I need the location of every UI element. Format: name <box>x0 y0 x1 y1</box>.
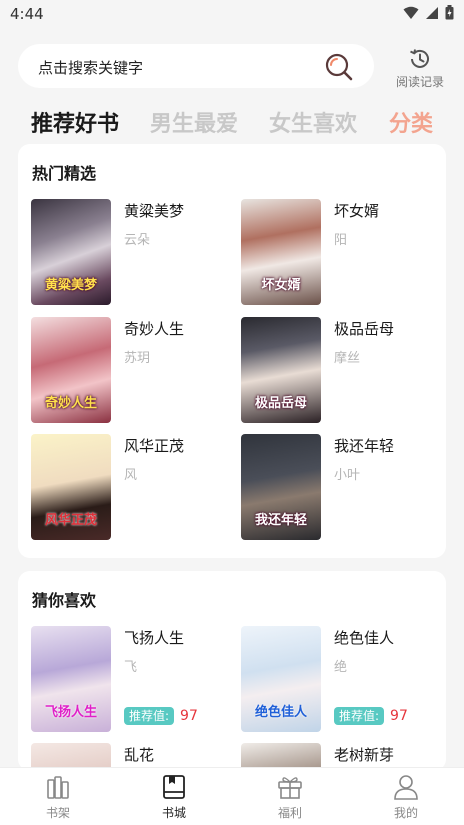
search-icon[interactable] <box>324 52 354 82</box>
book-title: 黄粱美梦 <box>124 202 185 220</box>
book-author: 摩丝 <box>334 351 361 366</box>
book-item[interactable]: 坏女婿 坏女婿 阳 <box>241 199 441 305</box>
book-author: 小叶 <box>334 468 361 483</box>
book-cover: 我还年轻 <box>241 434 321 540</box>
history-icon <box>410 49 429 68</box>
book-title: 风华正茂 <box>124 437 185 455</box>
book-cover: 奇妙人生 <box>31 317 111 423</box>
book-title: 绝色佳人 <box>334 629 395 647</box>
bookshelf-icon <box>47 776 69 799</box>
nav-label: 福利 <box>277 806 302 820</box>
book-author: 风 <box>124 468 138 483</box>
recommend-badge: 推荐值: <box>334 707 385 725</box>
nav-label: 我的 <box>393 806 418 820</box>
hot-picks-card: 热门精选 黄粱美梦 黄粱美梦 云朵 坏女婿 坏女婿 阳 奇妙人生 奇妙人生 苏玥… <box>18 144 446 558</box>
book-title: 奇妙人生 <box>124 320 185 338</box>
book-item[interactable]: 我还年轻 我还年轻 小叶 <box>241 434 441 540</box>
book-item[interactable]: 风华正茂 风华正茂 风 <box>31 434 231 540</box>
book-author: 苏玥 <box>124 351 151 366</box>
nav-profile[interactable]: 我的 <box>366 774 446 821</box>
book-cover: 坏女婿 <box>241 199 321 305</box>
profile-icon <box>394 775 418 800</box>
status-time: 4:44 <box>10 5 44 23</box>
book-title: 飞扬人生 <box>124 629 185 647</box>
guess-you-like-card: 猜你喜欢 飞扬人生 飞扬人生 飞 推荐值: 97 绝色佳人 绝色佳人 绝 推荐值… <box>18 571 446 771</box>
history-button[interactable]: 阅读记录 <box>388 47 452 90</box>
tab-categories[interactable]: 分类 <box>389 106 433 138</box>
gift-icon <box>278 777 302 799</box>
book-title: 我还年轻 <box>334 437 395 455</box>
section-title: 猜你喜欢 <box>32 591 97 610</box>
recommend-value: 97 <box>180 708 198 724</box>
book-cover: 极品岳母 <box>241 317 321 423</box>
history-label: 阅读记录 <box>395 75 444 89</box>
signal-icon <box>426 6 438 19</box>
search-placeholder: 点击搜索关键字 <box>38 59 144 77</box>
book-author: 云朵 <box>124 233 151 248</box>
book-item[interactable]: 极品岳母 极品岳母 摩丝 <box>241 317 441 423</box>
recommend-score: 推荐值: 97 <box>124 706 198 726</box>
tab-female-favorites[interactable]: 女生喜欢 <box>269 106 357 138</box>
recommend-badge: 推荐值: <box>124 707 175 725</box>
nav-label: 书城 <box>161 806 186 820</box>
wifi-icon <box>403 6 419 19</box>
book-item[interactable]: 绝色佳人 绝色佳人 绝 推荐值: 97 <box>241 626 441 732</box>
battery-icon <box>445 5 454 20</box>
book-title: 坏女婿 <box>334 202 380 220</box>
category-tabs: 推荐好书 男生最爱 女生喜欢 分类 <box>0 106 464 140</box>
section-title: 热门精选 <box>32 164 97 183</box>
status-bar: 4:44 <box>0 0 464 28</box>
status-icons <box>403 5 454 20</box>
book-author: 阳 <box>334 233 348 248</box>
book-item[interactable]: 飞扬人生 飞扬人生 飞 推荐值: 97 <box>31 626 231 732</box>
book-author: 绝 <box>334 660 348 675</box>
bookstore-icon <box>163 775 185 799</box>
book-item[interactable]: 黄粱美梦 黄粱美梦 云朵 <box>31 199 231 305</box>
bottom-nav: 书架 书城 福利 我的 <box>0 767 464 825</box>
book-cover: 黄粱美梦 <box>31 199 111 305</box>
recommend-score: 推荐值: 97 <box>334 706 408 726</box>
recommend-value: 97 <box>390 708 408 724</box>
book-title: 极品岳母 <box>334 320 395 338</box>
book-cover: 飞扬人生 <box>31 626 111 732</box>
nav-bookshelf[interactable]: 书架 <box>18 774 98 821</box>
book-cover: 绝色佳人 <box>241 626 321 732</box>
nav-bookstore[interactable]: 书城 <box>134 774 214 821</box>
nav-benefits[interactable]: 福利 <box>250 774 330 821</box>
search-row: 点击搜索关键字 阅读记录 <box>0 42 464 94</box>
book-author: 飞 <box>124 660 138 675</box>
tab-recommended[interactable]: 推荐好书 <box>31 106 119 138</box>
search-input[interactable]: 点击搜索关键字 <box>18 44 374 88</box>
book-title: 老树新芽 <box>334 746 395 764</box>
tab-male-favorites[interactable]: 男生最爱 <box>150 106 238 138</box>
book-cover: 风华正茂 <box>31 434 111 540</box>
book-item[interactable]: 奇妙人生 奇妙人生 苏玥 <box>31 317 231 423</box>
book-title: 乱花 <box>124 746 155 764</box>
nav-label: 书架 <box>45 806 70 820</box>
